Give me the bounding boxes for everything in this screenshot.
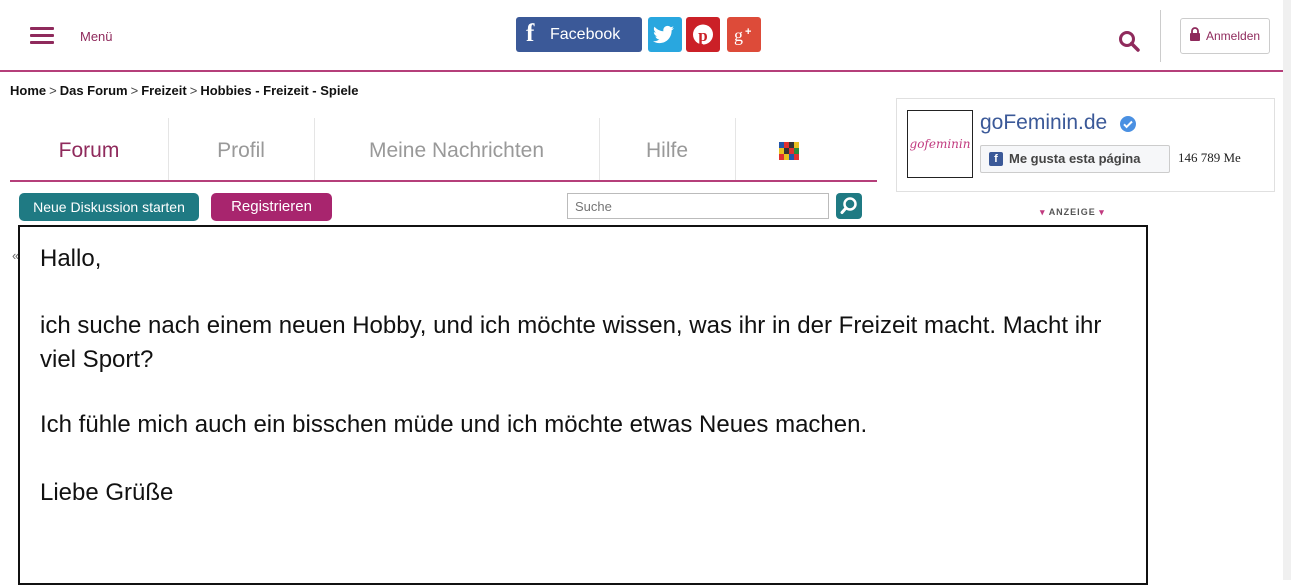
header-divider <box>1160 10 1161 62</box>
facebook-share-button[interactable]: f Facebook <box>516 17 642 52</box>
tab-forum[interactable]: Forum <box>10 118 169 180</box>
menu-label[interactable]: Menü <box>80 29 113 44</box>
lock-icon <box>1190 27 1200 41</box>
verified-icon <box>1120 116 1136 132</box>
twitter-share-button[interactable] <box>648 17 682 52</box>
like-page-button[interactable]: f Me gusta esta página <box>980 145 1170 173</box>
googleplus-share-button[interactable]: g + <box>727 17 761 52</box>
breadcrumb: Home > Das Forum > Freizeit > Hobbies - Freize… <box>10 83 359 98</box>
like-label: Me gusta esta página <box>1009 151 1141 166</box>
facebook-page-widget: gofeminin goFeminin.de f Me gusta esta p… <box>896 98 1275 192</box>
login-button[interactable]: Anmelden <box>1180 18 1270 54</box>
ad-label: ▾ ANZEIGE ▾ <box>1040 207 1105 217</box>
breadcrumb-home[interactable]: Home <box>10 83 46 98</box>
hamburger-icon[interactable] <box>30 27 54 45</box>
page-scrollbar[interactable] <box>1283 0 1291 580</box>
post-greeting: Hallo, <box>40 245 102 272</box>
like-count: 146 789 Me <box>1178 150 1241 165</box>
facebook-icon: f <box>989 152 1003 166</box>
tab-profil[interactable]: Profil <box>168 118 315 180</box>
flag-icon <box>779 142 799 161</box>
facebook-icon: f <box>526 20 535 47</box>
twitter-icon <box>653 25 674 44</box>
tab-meine-nachrichten[interactable]: Meine Nachrichten <box>314 118 600 180</box>
post-paragraph-1: ich suche nach einem neuen Hobby, und ic… <box>40 312 1102 373</box>
pinterest-icon: p <box>693 24 713 45</box>
tab-hilfe[interactable]: Hilfe <box>599 118 736 180</box>
svg-text:g: g <box>734 25 743 45</box>
page-name-link[interactable]: goFeminin.de <box>980 111 1107 135</box>
post-closing: Liebe Grüße <box>40 479 174 506</box>
search-icon <box>840 197 857 214</box>
googleplus-icon: g + <box>734 25 751 45</box>
gofeminin-logo[interactable]: gofeminin <box>907 110 973 178</box>
search-icon[interactable] <box>1118 30 1140 52</box>
pinterest-share-button[interactable]: p <box>686 17 720 52</box>
post-text-box: Hallo, ich suche nach einem neuen Hobby,… <box>18 225 1148 585</box>
svg-text:+: + <box>745 26 751 38</box>
register-button[interactable]: Registrieren <box>211 193 332 221</box>
facebook-label: Facebook <box>550 26 621 43</box>
svg-text:p: p <box>698 26 707 45</box>
post-paragraph-2: Ich fühle mich auch ein bisschen müde un… <box>40 411 868 438</box>
breadcrumb-forum[interactable]: Das Forum <box>60 83 128 98</box>
login-label: Anmelden <box>1206 29 1261 43</box>
breadcrumb-freizeit[interactable]: Freizeit <box>141 83 187 98</box>
new-discussion-button[interactable]: Neue Diskussion starten <box>19 193 199 221</box>
forum-tabs: Forum Profil Meine Nachrichten Hilfe <box>10 118 877 182</box>
tab-language[interactable] <box>735 118 845 180</box>
breadcrumb-current[interactable]: Hobbies - Freizeit - Spiele <box>200 83 358 98</box>
search-input[interactable] <box>567 193 829 219</box>
top-header: Menü f Facebook p g + Anmelden <box>0 0 1283 72</box>
search-button[interactable] <box>836 193 862 219</box>
